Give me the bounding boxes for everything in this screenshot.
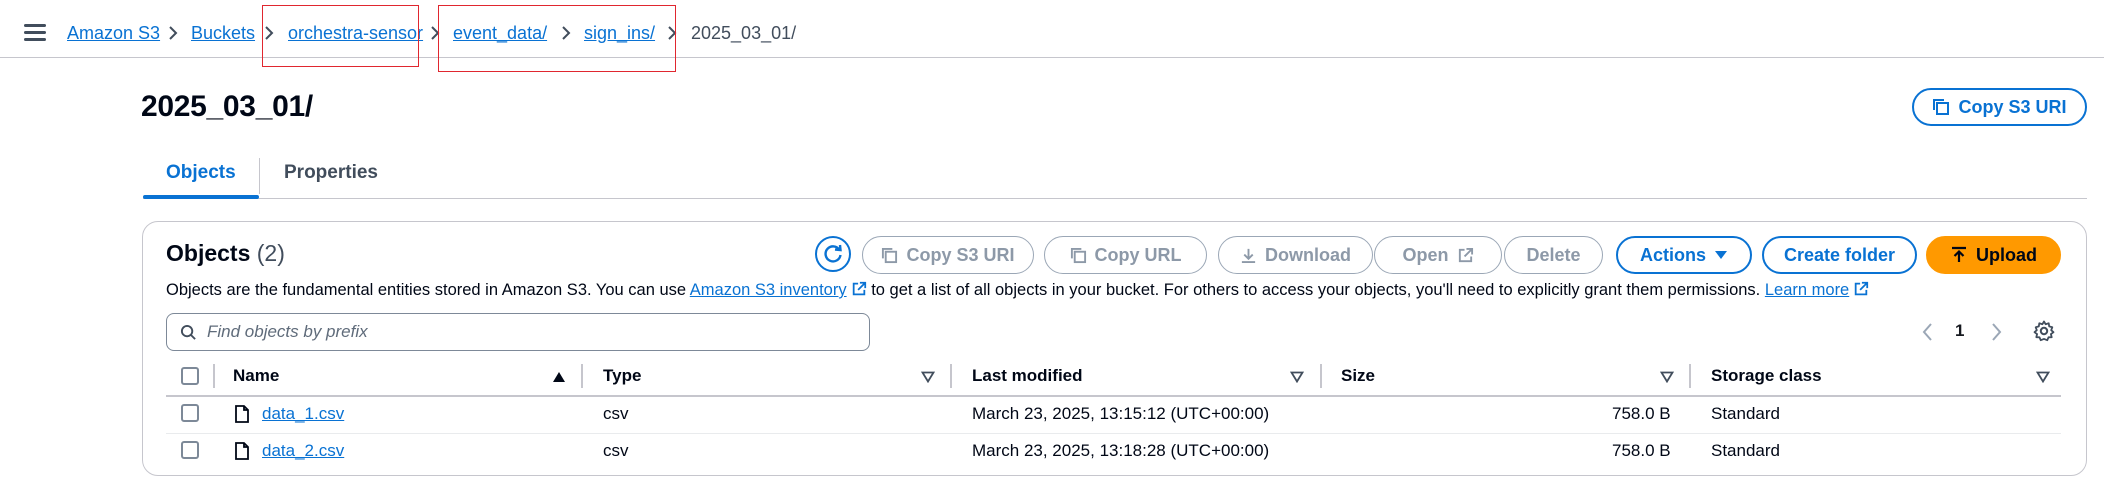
breadcrumb-separator-icon bbox=[263, 25, 275, 41]
caret-down-icon bbox=[1715, 251, 1727, 259]
copy-s3-uri-button[interactable]: Copy S3 URI bbox=[862, 236, 1034, 274]
object-size: 758.0 B bbox=[1612, 404, 1671, 423]
column-header-storage-class[interactable]: Storage class bbox=[1711, 366, 1822, 386]
column-separator bbox=[1320, 364, 1322, 388]
breadcrumb-sign-ins[interactable]: sign_ins/ bbox=[584, 22, 655, 44]
file-icon bbox=[235, 442, 249, 460]
delete-button[interactable]: Delete bbox=[1504, 236, 1603, 274]
copy-url-button[interactable]: Copy URL bbox=[1044, 236, 1207, 274]
object-last-modified: March 23, 2025, 13:18:28 (UTC+00:00) bbox=[972, 441, 1270, 460]
object-size: 758.0 B bbox=[1612, 441, 1671, 460]
copy-s3-uri-label: Copy S3 URI bbox=[1958, 96, 2067, 117]
page-number-1[interactable]: 1 bbox=[1955, 321, 1964, 341]
column-header-last-modified[interactable]: Last modified bbox=[972, 366, 1083, 386]
row-divider bbox=[166, 433, 2061, 434]
copy-icon bbox=[1070, 247, 1086, 263]
search-objects-field[interactable] bbox=[166, 313, 870, 351]
breadcrumb-amazon-s3[interactable]: Amazon S3 bbox=[67, 22, 160, 44]
copy-s3-uri-button-label: Copy S3 URI bbox=[906, 244, 1015, 265]
inventory-link[interactable]: Amazon S3 inventory bbox=[690, 281, 847, 299]
description-text-cont: to get a list of all objects in your buc… bbox=[866, 281, 1765, 299]
column-separator bbox=[1689, 364, 1691, 388]
breadcrumb-current-folder: 2025_03_01/ bbox=[691, 23, 797, 43]
learn-more-link[interactable]: Learn more bbox=[1765, 281, 1849, 299]
row-checkbox[interactable] bbox=[181, 404, 199, 422]
active-tab-indicator bbox=[143, 195, 259, 199]
row-checkbox[interactable] bbox=[181, 441, 199, 459]
sort-icon[interactable] bbox=[1660, 371, 1674, 383]
breadcrumb-separator-icon bbox=[560, 25, 572, 41]
breadcrumb-separator-icon bbox=[429, 25, 441, 41]
breadcrumb-orchestra-sensor[interactable]: orchestra-sensor bbox=[288, 22, 423, 44]
tab-properties[interactable]: Properties bbox=[284, 162, 378, 184]
object-name-link[interactable]: data_2.csv bbox=[262, 441, 344, 461]
upload-button[interactable]: Upload bbox=[1926, 236, 2061, 274]
create-folder-button[interactable]: Create folder bbox=[1762, 236, 1917, 274]
actions-dropdown-button[interactable]: Actions bbox=[1616, 236, 1752, 274]
column-separator bbox=[581, 364, 583, 388]
settings-gear-icon[interactable] bbox=[2033, 320, 2055, 342]
breadcrumb-buckets[interactable]: Buckets bbox=[191, 22, 255, 44]
tab-objects[interactable]: Objects bbox=[166, 162, 236, 184]
object-type: csv bbox=[603, 441, 629, 460]
previous-page-icon[interactable] bbox=[1921, 322, 1935, 342]
tab-divider bbox=[259, 158, 260, 194]
external-link-icon bbox=[852, 281, 866, 296]
select-all-checkbox[interactable] bbox=[181, 367, 199, 385]
next-page-icon[interactable] bbox=[1989, 322, 2003, 342]
open-button[interactable]: Open bbox=[1374, 236, 1502, 274]
breadcrumb-separator-icon bbox=[666, 25, 678, 41]
search-icon bbox=[180, 324, 196, 340]
download-icon bbox=[1241, 248, 1256, 263]
sort-ascending-icon[interactable] bbox=[552, 371, 566, 383]
copy-url-button-label: Copy URL bbox=[1094, 244, 1182, 265]
refresh-button[interactable] bbox=[815, 236, 851, 272]
breadcrumb-separator-icon bbox=[167, 25, 179, 41]
column-separator bbox=[213, 364, 215, 388]
object-last-modified: March 23, 2025, 13:15:12 (UTC+00:00) bbox=[972, 404, 1270, 423]
open-button-label: Open bbox=[1402, 244, 1449, 265]
column-header-type[interactable]: Type bbox=[603, 366, 641, 386]
copy-icon bbox=[1933, 99, 1950, 115]
objects-heading-label: Objects bbox=[166, 240, 251, 266]
objects-heading: Objects (2) bbox=[166, 240, 285, 267]
delete-button-label: Delete bbox=[1526, 244, 1581, 265]
copy-icon bbox=[882, 247, 898, 263]
breadcrumb-event-data[interactable]: event_data/ bbox=[453, 22, 547, 44]
copy-s3-uri-header-button[interactable]: Copy S3 URI bbox=[1912, 88, 2087, 126]
search-input[interactable] bbox=[207, 322, 847, 342]
objects-count: (2) bbox=[256, 240, 285, 266]
top-navigation-bar: Amazon S3 Buckets orchestra-sensor event… bbox=[0, 0, 2104, 58]
column-header-size[interactable]: Size bbox=[1341, 366, 1375, 386]
download-button[interactable]: Download bbox=[1218, 236, 1373, 274]
tabs-baseline bbox=[143, 198, 2087, 199]
object-storage-class: Standard bbox=[1711, 441, 1780, 460]
objects-description: Objects are the fundamental entities sto… bbox=[166, 281, 1869, 300]
external-link-icon bbox=[1458, 247, 1473, 262]
upload-button-label: Upload bbox=[1976, 244, 2037, 265]
sort-icon[interactable] bbox=[921, 371, 935, 383]
description-text: Objects are the fundamental entities sto… bbox=[166, 281, 690, 299]
page-title: 2025_03_01/ bbox=[141, 90, 313, 123]
column-header-name[interactable]: Name bbox=[233, 366, 279, 386]
download-button-label: Download bbox=[1265, 244, 1351, 265]
actions-button-label: Actions bbox=[1639, 244, 1706, 265]
sort-icon[interactable] bbox=[1290, 371, 1304, 383]
external-link-icon bbox=[1855, 281, 1869, 296]
refresh-icon bbox=[824, 244, 842, 263]
column-separator bbox=[950, 364, 952, 388]
upload-icon bbox=[1952, 246, 1966, 262]
object-name-link[interactable]: data_1.csv bbox=[262, 404, 344, 424]
sort-icon[interactable] bbox=[2036, 371, 2050, 383]
table-header-divider bbox=[166, 395, 2061, 397]
hamburger-menu-icon[interactable] bbox=[24, 24, 46, 41]
object-type: csv bbox=[603, 404, 629, 423]
object-storage-class: Standard bbox=[1711, 404, 1780, 423]
file-icon bbox=[235, 405, 249, 423]
create-folder-button-label: Create folder bbox=[1783, 244, 1896, 265]
